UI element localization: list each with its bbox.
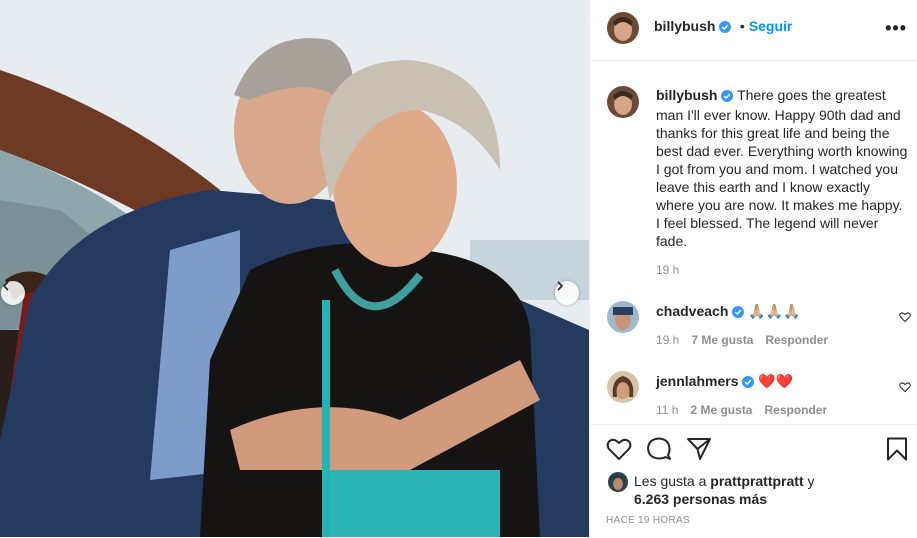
verified-icon	[721, 88, 734, 106]
likes-conj: y	[807, 473, 815, 489]
comment-item: chadveach 🙏🏼🙏🏼🙏🏼	[656, 302, 801, 322]
heart-icon	[606, 438, 632, 461]
heart-icon	[899, 382, 911, 393]
likes-summary: Les gusta a prattprattpratt y 6.263 pers…	[634, 472, 815, 508]
chevron-right-icon	[557, 281, 564, 291]
photo-illustration	[0, 0, 589, 537]
comment-author[interactable]: jennlahmers	[656, 373, 738, 389]
share-icon	[687, 438, 711, 460]
reply-button[interactable]: Responder	[764, 403, 827, 417]
reply-button[interactable]: Responder	[765, 333, 828, 347]
bookmark-icon	[887, 437, 907, 461]
likes-prefix: Les gusta a	[634, 473, 707, 489]
like-comment-button[interactable]	[899, 380, 911, 398]
caption-text: There goes the greatest man I'll ever kn…	[656, 87, 908, 249]
verified-icon	[732, 304, 745, 322]
caption-avatar[interactable]	[607, 86, 639, 118]
post-side-panel: billybush • Seguir ••• billybush There go…	[590, 0, 917, 537]
comment-text: 🙏🏼🙏🏼🙏🏼	[748, 303, 801, 319]
comment-meta: 11 h 2 Me gusta Responder	[656, 403, 827, 417]
caption-author[interactable]: billybush	[656, 87, 717, 103]
post-timestamp: HACE 19 HORAS	[606, 515, 690, 526]
comment-time: 11 h	[656, 403, 679, 417]
comment-author[interactable]: chadveach	[656, 303, 728, 319]
chevron-left-icon	[2, 281, 9, 291]
comment-meta: 19 h 7 Me gusta Responder	[656, 333, 828, 347]
comment-likes[interactable]: 7 Me gusta	[691, 333, 753, 347]
like-button[interactable]	[606, 437, 632, 466]
comment-button[interactable]	[646, 437, 672, 466]
more-options-button[interactable]: •••	[885, 18, 907, 39]
comment-item: jennlahmers ❤️❤️	[656, 372, 793, 392]
author-avatar[interactable]	[607, 12, 639, 44]
header-dot: •	[739, 18, 745, 34]
comment-time: 19 h	[656, 333, 680, 347]
follow-button[interactable]: Seguir	[749, 18, 793, 34]
carousel-prev-button[interactable]	[1, 281, 25, 305]
comment-avatar[interactable]	[607, 301, 639, 333]
heart-icon	[899, 312, 911, 323]
verified-icon	[742, 374, 755, 392]
comment-text: ❤️❤️	[758, 373, 794, 389]
save-button[interactable]	[886, 437, 908, 466]
carousel-next-button[interactable]	[555, 281, 579, 305]
author-username[interactable]: billybush	[654, 18, 715, 34]
caption: billybush There goes the greatest man I'…	[656, 86, 908, 250]
like-comment-button[interactable]	[899, 310, 911, 328]
share-button[interactable]	[686, 437, 712, 466]
comment-icon	[647, 437, 671, 460]
comment-likes[interactable]: 2 Me gusta	[690, 403, 752, 417]
liker-avatar[interactable]	[608, 472, 628, 492]
liker-username[interactable]: prattprattpratt	[710, 473, 803, 489]
verified-icon	[719, 20, 732, 38]
post-actions: Les gusta a prattprattpratt y 6.263 pers…	[590, 424, 917, 538]
post-header: billybush • Seguir •••	[590, 0, 917, 61]
comment-avatar[interactable]	[607, 371, 639, 403]
likes-count[interactable]: 6.263 personas más	[634, 491, 767, 507]
caption-time: 19 h	[656, 263, 680, 277]
post-photo[interactable]	[0, 0, 589, 537]
